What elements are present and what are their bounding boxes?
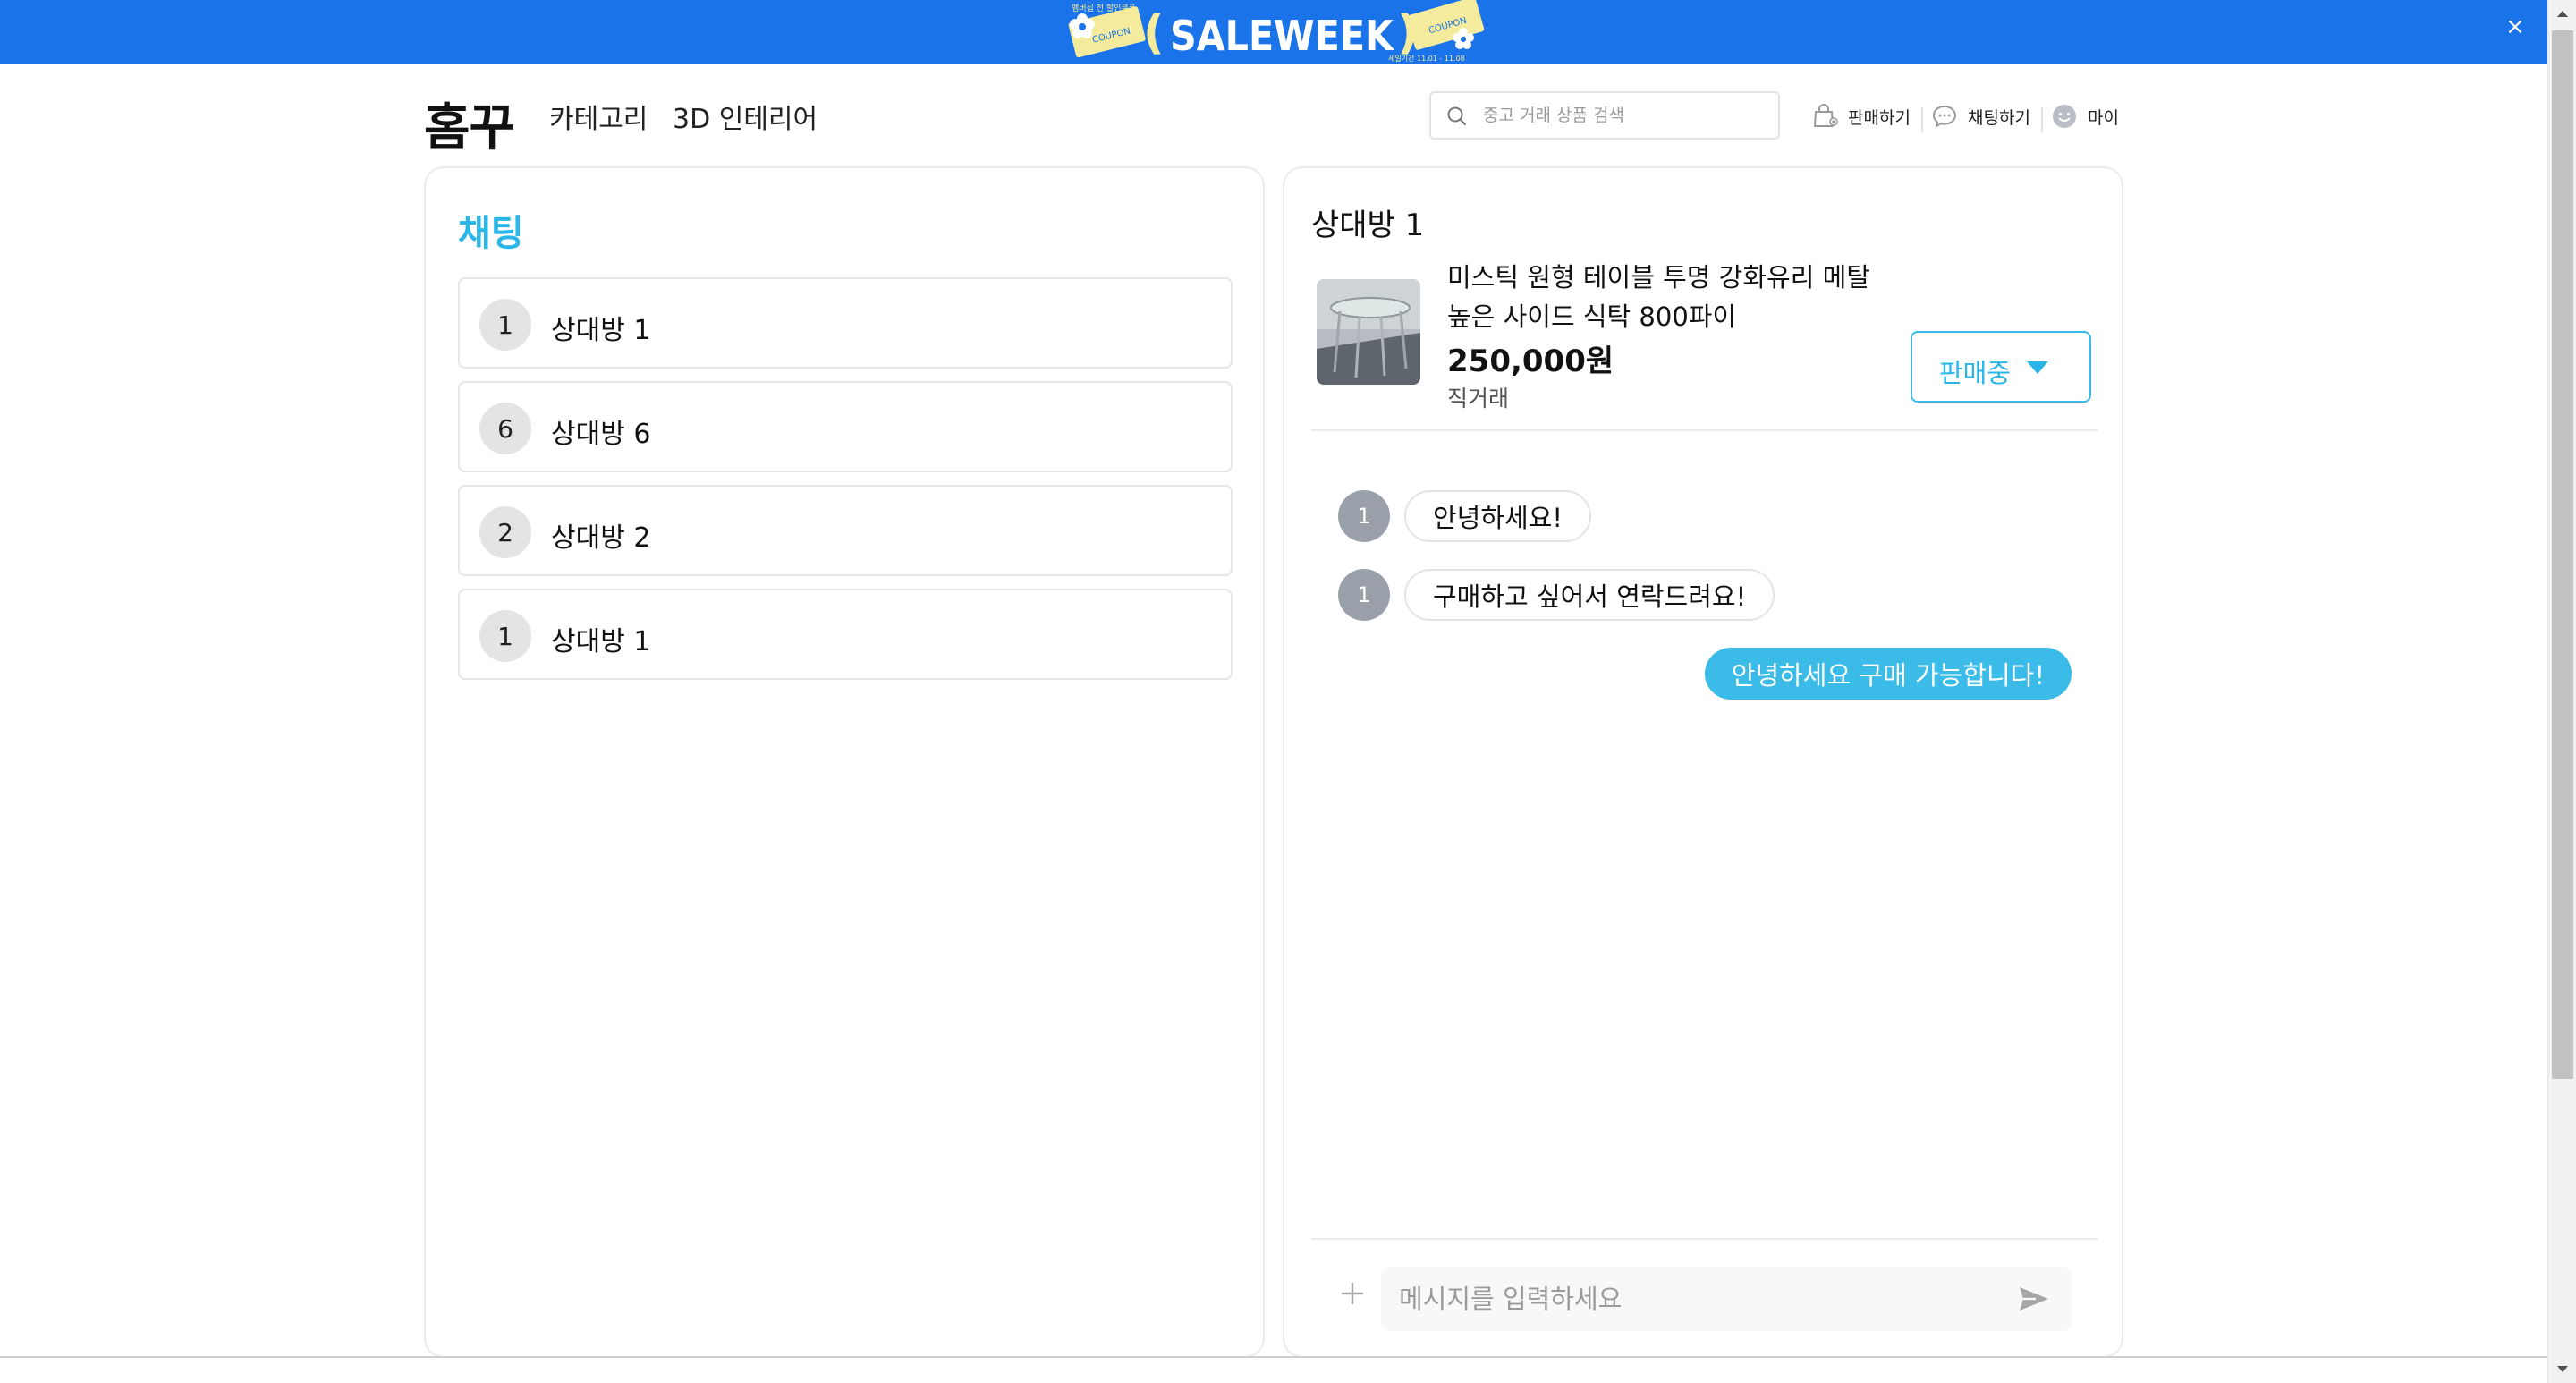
sale-status-dropdown[interactable]: 판매중 [1911,331,2091,403]
page-bottom-border [0,1356,2547,1358]
chat-room-item[interactable]: 1 상대방 1 [458,589,1233,680]
chat-link[interactable]: 채팅하기 [1930,100,2030,132]
sell-link[interactable]: 판매하기 [1810,100,1911,132]
room-name: 상대방 6 [551,419,651,450]
sender-avatar: 1 [1338,490,1390,542]
chat-room-list: 1 상대방 1 6 상대방 6 2 상대방 2 1 상대방 1 [458,277,1233,692]
room-avatar: 1 [479,610,531,662]
chat-room-item[interactable]: 6 상대방 6 [458,381,1233,472]
message-incoming: 1 구매하고 싶어서 연락드려요! [1338,569,1775,621]
trade-method: 직거래 [1447,386,1510,412]
product-price: 250,000원 [1447,344,1614,379]
nav-category[interactable]: 카테고리 [549,97,648,136]
scroll-up-arrow-icon[interactable] [2548,0,2576,29]
room-name: 상대방 1 [551,626,651,658]
message-bubble: 안녕하세요! [1404,490,1592,542]
smiley-icon [2053,105,2076,128]
sale-status-value: 판매중 [1939,358,2012,388]
message-incoming: 1 안녕하세요! [1338,490,1592,542]
room-name: 상대방 1 [551,315,651,346]
scrollbar-thumb[interactable] [2552,30,2573,1079]
site-header: 홈꾸 카테고리 3D 인테리어 판매하기 채팅하기 [0,64,2547,165]
banner-brand: SALEWEEK [1170,12,1395,60]
plus-icon[interactable] [1338,1279,1367,1308]
message-outgoing: 안녕하세요 구매 가능합니다! [1704,648,2072,700]
banner-close-button[interactable]: × [2497,9,2533,45]
chat-bubble-icon [1933,106,1956,127]
banner-top-text: 멤버십 전 할인쿠폰 [1072,4,1136,13]
promo-banner[interactable]: COUPON 멤버십 전 할인쿠폰 ( SALEWEEK ) COUPON 세일… [0,0,2547,64]
round-glass-table-photo [1317,279,1420,385]
nav-3d-interior[interactable]: 3D 인테리어 [673,97,818,136]
send-icon[interactable] [2018,1285,2050,1313]
product-image[interactable] [1317,279,1420,385]
my-label: 마이 [2088,107,2119,128]
header-divider [2041,107,2043,132]
sell-label: 판매하기 [1848,107,1911,128]
message-bubble: 구매하고 싶어서 연락드려요! [1404,569,1775,621]
chat-list-panel: 채팅 1 상대방 1 6 상대방 6 2 상대방 2 1 상대방 1 [424,166,1265,1358]
chat-list-title: 채팅 [458,213,524,254]
search-input[interactable] [1483,100,1769,131]
sender-avatar: 1 [1338,569,1390,621]
search-icon[interactable] [1445,105,1469,128]
chat-label: 채팅하기 [1968,107,2030,128]
message-field[interactable] [1381,1267,2072,1331]
room-avatar: 2 [479,506,531,558]
vertical-scrollbar[interactable] [2547,0,2576,1383]
chat-room-item[interactable]: 1 상대방 1 [458,277,1233,369]
chat-room-panel: 상대방 1 미스틱 원형 테이블 투명 강화유리 메탈 높은 사이드 식탁 80… [1283,166,2123,1358]
message-composer [1311,1238,2098,1338]
shopping-bag-icon [1814,104,1838,127]
my-link[interactable]: 마이 [2050,100,2119,132]
header-divider [1921,107,1923,132]
product-title-line: 미스틱 원형 테이블 투명 강화유리 메탈 [1447,262,1870,293]
room-name: 상대방 2 [551,522,651,554]
banner-date-text: 세일기간 11.01 - 11.08 [1388,54,1465,63]
saleweek-banner-art[interactable]: COUPON 멤버십 전 할인쿠폰 ( SALEWEEK ) COUPON 세일… [1055,0,1488,64]
room-avatar: 6 [479,403,531,454]
scroll-down-arrow-icon[interactable] [2548,1354,2576,1383]
search-box[interactable] [1429,91,1780,140]
product-title-line: 높은 사이드 식탁 800파이 [1447,301,1737,332]
site-logo[interactable]: 홈꾸 [424,88,515,160]
product-summary: 미스틱 원형 테이블 투명 강화유리 메탈 높은 사이드 식탁 800파이 25… [1311,252,2098,431]
chat-room-item[interactable]: 2 상대방 2 [458,485,1233,576]
chat-room-title: 상대방 1 [1311,208,1425,243]
product-title[interactable]: 미스틱 원형 테이블 투명 강화유리 메탈 높은 사이드 식탁 800파이 [1447,258,1912,336]
room-avatar: 1 [479,299,531,351]
caret-down-icon [2027,361,2048,374]
svg-text:(: ( [1143,6,1165,60]
message-input[interactable] [1399,1279,1989,1319]
